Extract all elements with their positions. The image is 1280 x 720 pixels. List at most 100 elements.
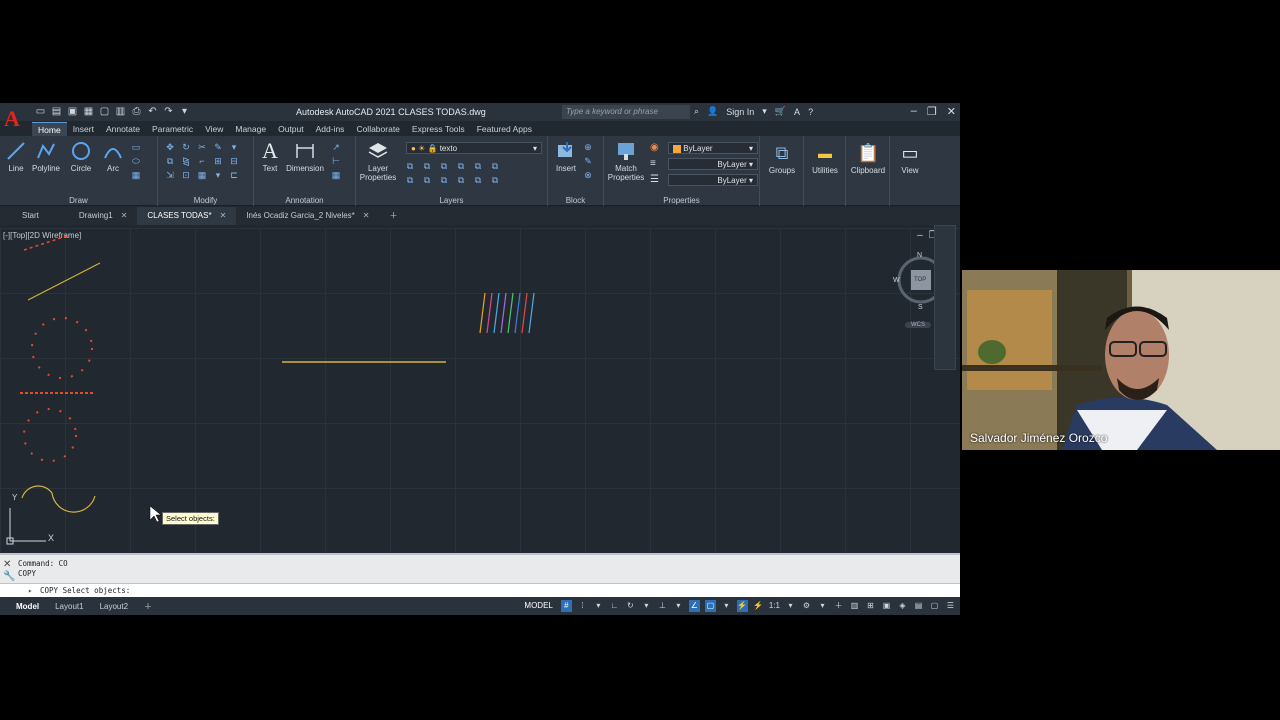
table-icon[interactable]: ▦	[330, 169, 342, 181]
autocad-logo[interactable]: A	[4, 105, 24, 133]
insert-tool[interactable]: Insert	[552, 140, 580, 173]
tab-manage[interactable]: Manage	[229, 122, 272, 137]
close-tab-icon[interactable]: ✕	[121, 211, 128, 220]
modify-panel-label[interactable]: Modify	[158, 196, 253, 205]
linear-dim-icon[interactable]: ⊢	[330, 155, 342, 167]
navigation-bar[interactable]	[934, 225, 956, 370]
fillet-icon[interactable]: ⌐	[196, 155, 208, 167]
annotation-scale[interactable]: 1:1	[769, 600, 780, 612]
file-tab-ines-ocadiz[interactable]: Inés Ocadiz Garcia_2 Niveles* ✕	[236, 207, 379, 225]
close-tab-icon[interactable]: ✕	[220, 211, 227, 220]
quick-properties-icon[interactable]: ⊞	[865, 600, 876, 612]
lock-ui-icon[interactable]: ▣	[881, 600, 892, 612]
isodraft-icon[interactable]: ⊥	[657, 600, 668, 612]
layer-tool-5-icon[interactable]: ⧉	[472, 160, 484, 172]
command-recent-icon[interactable]: ▸	[28, 586, 33, 595]
add-layout-icon[interactable]: ＋	[136, 601, 160, 612]
workspace-dropdown-icon[interactable]: ▾	[817, 600, 828, 612]
file-tab-clases-todas[interactable]: CLASES TODAS* ✕	[137, 207, 237, 225]
layer-tool-4-icon[interactable]: ⧉	[455, 160, 467, 172]
tab-view[interactable]: View	[199, 122, 229, 137]
tab-featured-apps[interactable]: Featured Apps	[471, 122, 538, 137]
array-more-icon[interactable]: ▾	[212, 169, 224, 181]
layer-tool-6-icon[interactable]: ⧉	[489, 160, 501, 172]
colored-line-set[interactable]	[479, 292, 535, 334]
isolate-objects-icon[interactable]: ◈	[897, 600, 908, 612]
annotation-monitor-icon[interactable]: ＋	[833, 600, 844, 612]
tab-annotate[interactable]: Annotate	[100, 122, 146, 137]
viewcube-south[interactable]: S	[918, 304, 923, 311]
block-panel-label[interactable]: Block	[548, 196, 603, 205]
edit-block-icon[interactable]: ✎	[582, 155, 594, 167]
layer-tool-3-icon[interactable]: ⧉	[438, 160, 450, 172]
lineweight-dropdown[interactable]: ByLayer ▾	[668, 158, 758, 170]
text-tool[interactable]: A Text	[258, 140, 282, 174]
layer-tool-2-icon[interactable]: ⧉	[421, 160, 433, 172]
ortho-icon[interactable]: ∟	[609, 600, 620, 612]
snap-dropdown-icon[interactable]: ▾	[593, 600, 604, 612]
layer-tool-1-icon[interactable]: ⧉	[404, 160, 416, 172]
new-tab-button[interactable]: ＋	[380, 207, 408, 225]
hatch-icon[interactable]: ▦	[130, 169, 142, 181]
tab-parametric[interactable]: Parametric	[146, 122, 199, 137]
layer-tool-12-icon[interactable]: ⧉	[489, 174, 501, 186]
wcs-menu[interactable]: WCS	[905, 322, 931, 328]
layers-panel-label[interactable]: Layers	[356, 196, 547, 205]
model-space-button[interactable]: MODEL	[521, 600, 555, 612]
polyline-tool[interactable]: Polyline	[30, 140, 62, 173]
plot-icon[interactable]: ⎙	[130, 106, 143, 118]
layer-tool-7-icon[interactable]: ⧉	[404, 174, 416, 186]
web-open-icon[interactable]: ▢	[98, 106, 111, 118]
polar-icon[interactable]: ↻	[625, 600, 636, 612]
object-snap-icon[interactable]: ▢	[704, 600, 716, 612]
iso-dropdown-icon[interactable]: ▾	[673, 600, 684, 612]
red-dotted-arc[interactable]	[31, 317, 93, 379]
modify-more-icon[interactable]: ▾	[228, 141, 240, 153]
grid-icon[interactable]: #	[560, 600, 572, 612]
leader-icon[interactable]: ↗	[330, 141, 342, 153]
view-tool[interactable]: ▭ View	[894, 142, 926, 175]
object-snap-tracking-icon[interactable]: ∠	[688, 600, 700, 612]
undo-icon[interactable]: ↶	[146, 106, 159, 118]
offset-icon[interactable]: ⊟	[228, 155, 240, 167]
search-icon[interactable]: ⌕	[694, 106, 699, 117]
tab-collaborate[interactable]: Collaborate	[350, 122, 405, 137]
properties-panel-label[interactable]: Properties	[604, 196, 759, 205]
red-dotted-arc-2[interactable]	[23, 408, 77, 462]
viewcube-north[interactable]: N	[917, 252, 922, 259]
mirror-icon[interactable]: ⧎	[180, 155, 192, 167]
close-icon[interactable]: ✕	[947, 105, 956, 118]
color-wheel-icon[interactable]: ◉	[650, 142, 659, 153]
tab-addins[interactable]: Add-ins	[310, 122, 351, 137]
dimension-tool[interactable]: Dimension	[284, 140, 326, 173]
explode-icon[interactable]: ⊞	[212, 155, 224, 167]
a360-icon[interactable]: A	[794, 107, 800, 117]
trim-icon[interactable]: ✂	[196, 141, 208, 153]
cart-icon[interactable]: 🛒	[775, 106, 786, 117]
web-save-icon[interactable]: ▥	[114, 106, 127, 118]
rectangle-icon[interactable]: ▭	[130, 141, 142, 153]
layer-properties-tool[interactable]: Layer Properties	[358, 140, 398, 182]
scale-dropdown-icon[interactable]: ▾	[785, 600, 796, 612]
layer-tool-9-icon[interactable]: ⧉	[438, 174, 450, 186]
utilities-tool[interactable]: ▬ Utilities	[806, 142, 844, 175]
scale-icon[interactable]: ⊡	[180, 169, 192, 181]
workspace-gear-icon[interactable]: ⚙	[801, 600, 812, 612]
copy-icon[interactable]: ⧉	[164, 155, 176, 167]
layer-tool-8-icon[interactable]: ⧉	[421, 174, 433, 186]
layout-tab-layout2[interactable]: Layout2	[92, 602, 136, 611]
clean-screen-icon[interactable]: ▢	[929, 600, 940, 612]
layer-tool-11-icon[interactable]: ⧉	[472, 174, 484, 186]
tab-insert[interactable]: Insert	[67, 122, 100, 137]
redo-icon[interactable]: ↷	[162, 106, 175, 118]
draw-panel-label[interactable]: Draw	[0, 196, 157, 205]
tab-output[interactable]: Output	[272, 122, 310, 137]
units-icon[interactable]: ▥	[849, 600, 860, 612]
annotation-visibility-icon[interactable]: ⚡	[736, 600, 748, 612]
command-close-icon[interactable]: ✕	[3, 559, 15, 571]
osnap-dropdown-icon[interactable]: ▾	[721, 600, 732, 612]
sign-in-link[interactable]: Sign In	[726, 107, 754, 117]
rotate-icon[interactable]: ↻	[180, 141, 192, 153]
tab-express-tools[interactable]: Express Tools	[406, 122, 471, 137]
circle-tool[interactable]: Circle	[66, 140, 96, 173]
